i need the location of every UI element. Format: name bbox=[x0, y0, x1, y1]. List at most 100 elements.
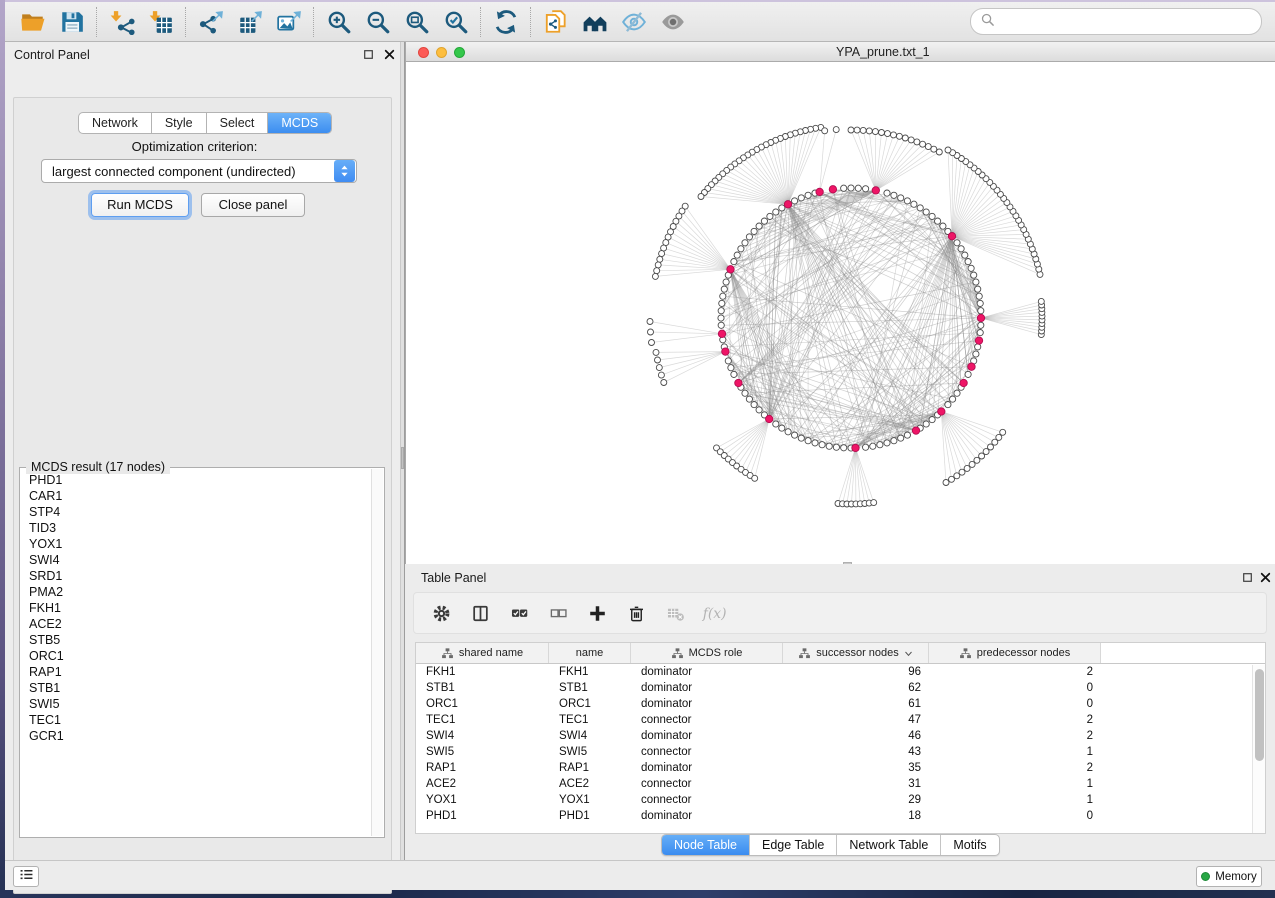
deselect-all-icon[interactable] bbox=[545, 600, 571, 626]
cell-mcds_role[interactable]: dominator bbox=[631, 666, 783, 678]
table-scrollbar[interactable] bbox=[1252, 665, 1265, 833]
splitter-grip[interactable] bbox=[401, 447, 404, 469]
cell-name[interactable]: STB1 bbox=[549, 682, 631, 694]
cell-shared_name[interactable]: YOX1 bbox=[416, 794, 549, 806]
tab-network-table[interactable]: Network Table bbox=[836, 835, 940, 855]
optimization-criterion-select[interactable]: largest connected component (undirected) bbox=[41, 159, 357, 183]
cell-predecessors[interactable]: 2 bbox=[929, 762, 1101, 774]
cell-name[interactable]: ORC1 bbox=[549, 698, 631, 710]
cell-name[interactable]: PHD1 bbox=[549, 810, 631, 822]
float-icon[interactable] bbox=[1241, 571, 1255, 585]
mcds-result-item[interactable]: STP4 bbox=[21, 504, 373, 520]
mcds-result-item[interactable]: SWI4 bbox=[21, 552, 373, 568]
tab-select[interactable]: Select bbox=[206, 113, 268, 133]
table-row[interactable]: ORC1ORC1dominator610 bbox=[416, 696, 1265, 712]
zoom-in-icon[interactable] bbox=[319, 6, 358, 38]
cell-predecessors[interactable]: 1 bbox=[929, 794, 1101, 806]
cell-shared_name[interactable]: FKH1 bbox=[416, 666, 549, 678]
cell-predecessors[interactable]: 2 bbox=[929, 714, 1101, 726]
close-icon[interactable] bbox=[1259, 571, 1273, 585]
cell-successors[interactable]: 96 bbox=[783, 666, 929, 678]
search-box[interactable] bbox=[970, 8, 1262, 35]
mcds-result-item[interactable]: PMA2 bbox=[21, 584, 373, 600]
refresh-icon[interactable] bbox=[486, 6, 525, 38]
task-history-button[interactable] bbox=[13, 866, 39, 887]
zoom-fit-icon[interactable] bbox=[397, 6, 436, 38]
cell-shared_name[interactable]: ORC1 bbox=[416, 698, 549, 710]
mcds-result-scrollbar[interactable] bbox=[371, 469, 383, 836]
export-network-icon[interactable] bbox=[191, 6, 230, 38]
tab-node-table[interactable]: Node Table bbox=[662, 835, 749, 855]
cell-successors[interactable]: 18 bbox=[783, 810, 929, 822]
import-table-icon[interactable] bbox=[141, 6, 180, 38]
cell-mcds_role[interactable]: dominator bbox=[631, 682, 783, 694]
cell-successors[interactable]: 29 bbox=[783, 794, 929, 806]
window-zoom-light[interactable] bbox=[454, 47, 465, 58]
mcds-result-item[interactable]: SWI5 bbox=[21, 696, 373, 712]
cell-predecessors[interactable]: 0 bbox=[929, 810, 1101, 822]
mcds-result-item[interactable]: CAR1 bbox=[21, 488, 373, 504]
mcds-result-item[interactable]: RAP1 bbox=[21, 664, 373, 680]
mcds-result-item[interactable]: PHD1 bbox=[21, 472, 373, 488]
zoom-out-icon[interactable] bbox=[358, 6, 397, 38]
memory-button[interactable]: Memory bbox=[1196, 866, 1262, 887]
cell-successors[interactable]: 43 bbox=[783, 746, 929, 758]
mcds-result-item[interactable]: YOX1 bbox=[21, 536, 373, 552]
add-icon[interactable] bbox=[584, 600, 610, 626]
mcds-result-item[interactable]: FKH1 bbox=[21, 600, 373, 616]
cell-mcds_role[interactable]: connector bbox=[631, 778, 783, 790]
export-table-icon[interactable] bbox=[230, 6, 269, 38]
cell-successors[interactable]: 47 bbox=[783, 714, 929, 726]
cell-mcds_role[interactable]: connector bbox=[631, 794, 783, 806]
cell-mcds_role[interactable]: dominator bbox=[631, 730, 783, 742]
column-header-name[interactable]: name bbox=[549, 643, 631, 663]
tab-style[interactable]: Style bbox=[151, 113, 206, 133]
cell-successors[interactable]: 31 bbox=[783, 778, 929, 790]
mcds-result-item[interactable]: STB5 bbox=[21, 632, 373, 648]
table-scrollbar-thumb[interactable] bbox=[1255, 669, 1264, 761]
cell-mcds_role[interactable]: dominator bbox=[631, 698, 783, 710]
export-image-icon[interactable] bbox=[269, 6, 308, 38]
table-row[interactable]: RAP1RAP1dominator352 bbox=[416, 760, 1265, 776]
window-minimize-light[interactable] bbox=[436, 47, 447, 58]
table-row[interactable]: SWI4SWI4dominator462 bbox=[416, 728, 1265, 744]
settings-icon[interactable] bbox=[428, 600, 454, 626]
column-header-successor-nodes[interactable]: successor nodes bbox=[783, 643, 929, 663]
cell-mcds_role[interactable]: dominator bbox=[631, 762, 783, 774]
cell-mcds_role[interactable]: connector bbox=[631, 714, 783, 726]
mcds-result-item[interactable]: ACE2 bbox=[21, 616, 373, 632]
table-row[interactable]: TEC1TEC1connector472 bbox=[416, 712, 1265, 728]
column-header-MCDS-role[interactable]: MCDS role bbox=[631, 643, 783, 663]
cell-name[interactable]: YOX1 bbox=[549, 794, 631, 806]
mcds-result-item[interactable]: ORC1 bbox=[21, 648, 373, 664]
window-close-light[interactable] bbox=[418, 47, 429, 58]
table-row[interactable]: SWI5SWI5connector431 bbox=[416, 744, 1265, 760]
import-network-icon[interactable] bbox=[102, 6, 141, 38]
cell-shared_name[interactable]: TEC1 bbox=[416, 714, 549, 726]
table-row[interactable]: ACE2ACE2connector311 bbox=[416, 776, 1265, 792]
cell-name[interactable]: RAP1 bbox=[549, 762, 631, 774]
cell-mcds_role[interactable]: connector bbox=[631, 746, 783, 758]
search-input[interactable] bbox=[1000, 14, 1261, 29]
float-icon[interactable] bbox=[362, 48, 376, 62]
cell-name[interactable]: FKH1 bbox=[549, 666, 631, 678]
delete-icon[interactable] bbox=[623, 600, 649, 626]
cell-predecessors[interactable]: 0 bbox=[929, 698, 1101, 710]
cell-successors[interactable]: 35 bbox=[783, 762, 929, 774]
tab-mcds[interactable]: MCDS bbox=[267, 113, 331, 133]
tab-network[interactable]: Network bbox=[79, 113, 151, 133]
copy-network-icon[interactable] bbox=[536, 6, 575, 38]
open-session-icon[interactable] bbox=[13, 6, 52, 38]
mcds-result-item[interactable]: STB1 bbox=[21, 680, 373, 696]
cell-shared_name[interactable]: PHD1 bbox=[416, 810, 549, 822]
columns-icon[interactable] bbox=[467, 600, 493, 626]
cell-successors[interactable]: 61 bbox=[783, 698, 929, 710]
cell-predecessors[interactable]: 1 bbox=[929, 746, 1101, 758]
cell-shared_name[interactable]: STB1 bbox=[416, 682, 549, 694]
cell-predecessors[interactable]: 0 bbox=[929, 682, 1101, 694]
close-icon[interactable] bbox=[383, 48, 397, 62]
cell-predecessors[interactable]: 2 bbox=[929, 666, 1101, 678]
cell-mcds_role[interactable]: dominator bbox=[631, 810, 783, 822]
cell-name[interactable]: SWI4 bbox=[549, 730, 631, 742]
table-row[interactable]: PHD1PHD1dominator180 bbox=[416, 808, 1265, 824]
